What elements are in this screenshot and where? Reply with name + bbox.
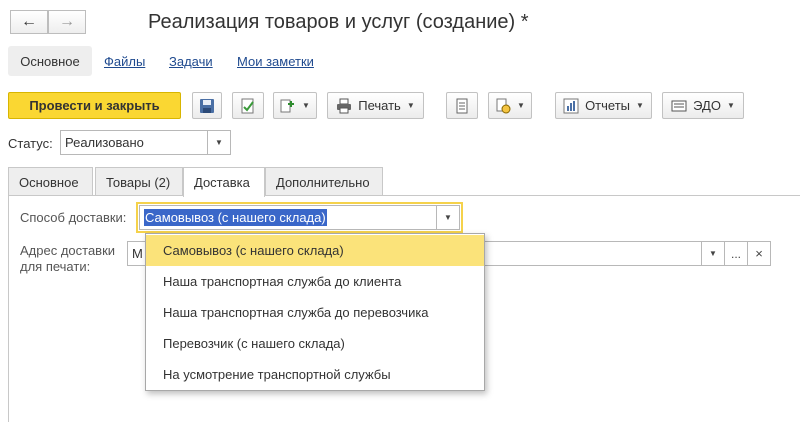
dropdown-option[interactable]: Самовывоз (с нашего склада) [146, 235, 484, 266]
edo-button[interactable]: ЭДО ▼ [662, 92, 744, 119]
tab-panel-left-border [8, 196, 9, 422]
arrow-left-icon: ← [21, 13, 37, 30]
ellipsis-icon: ... [730, 246, 741, 261]
list-document-icon [454, 98, 470, 114]
structure-button[interactable]: ▼ [488, 92, 532, 119]
page-title: Реализация товаров и услуг (создание) * [148, 11, 529, 33]
dropdown-option[interactable]: Наша транспортная служба до перевозчика [146, 297, 484, 328]
document-check-icon [240, 98, 256, 114]
address-clear-button[interactable]: × [747, 241, 771, 266]
address-value: М [132, 246, 143, 261]
top-tab-main[interactable]: Основное [8, 46, 92, 76]
document-clock-icon [495, 98, 511, 114]
address-dropdown-button[interactable]: ▼ [701, 241, 725, 266]
tab-main[interactable]: Основное [8, 167, 93, 196]
create-based-on-button[interactable]: ▼ [273, 92, 317, 119]
address-label-line2: для печати: [20, 259, 91, 274]
close-icon: × [755, 246, 763, 261]
chevron-down-icon: ▼ [636, 101, 644, 110]
post-and-close-label: Провести и закрыть [29, 98, 160, 113]
dropdown-option[interactable]: Перевозчик (с нашего склада) [146, 328, 484, 359]
reports-label: Отчеты [585, 98, 630, 113]
print-button[interactable]: Печать ▼ [327, 92, 424, 119]
chevron-down-icon: ▼ [726, 101, 735, 110]
edo-label: ЭДО [693, 98, 721, 113]
printer-icon [336, 98, 352, 114]
report-chart-icon [563, 98, 579, 114]
tab-main-label: Основное [19, 174, 79, 190]
tab-panel-border [8, 195, 800, 196]
chevron-down-icon: ▼ [444, 213, 452, 222]
top-tab-main-label: Основное [20, 53, 80, 69]
chevron-down-icon: ▼ [517, 101, 525, 110]
status-label: Статус: [8, 136, 53, 151]
tab-delivery[interactable]: Доставка [183, 167, 265, 197]
status-dropdown-button[interactable]: ▼ [207, 130, 231, 155]
tab-additional-label: Дополнительно [276, 174, 370, 190]
arrow-right-icon: → [59, 13, 75, 30]
status-field[interactable]: Реализовано [60, 130, 208, 155]
active-tab-gap [184, 195, 264, 196]
tab-delivery-label: Доставка [194, 175, 250, 190]
top-tab-files[interactable]: Файлы [104, 54, 145, 69]
address-label-line1: Адрес доставки [20, 243, 116, 258]
reports-button[interactable]: Отчеты ▼ [555, 92, 652, 119]
back-button[interactable]: ← [10, 10, 48, 34]
chevron-down-icon: ▼ [709, 249, 717, 258]
delivery-method-value: Самовывоз (с нашего склада) [144, 209, 327, 226]
status-value: Реализовано [65, 135, 144, 150]
document-journal-button[interactable] [446, 92, 478, 119]
top-tab-notes[interactable]: Мои заметки [237, 54, 314, 69]
address-select-button[interactable]: ... [724, 241, 748, 266]
chevron-down-icon: ▼ [406, 101, 415, 110]
edo-exchange-icon [671, 98, 687, 114]
chevron-down-icon: ▼ [215, 138, 223, 147]
tab-additional[interactable]: Дополнительно [265, 167, 383, 196]
post-and-close-button[interactable]: Провести и закрыть [8, 92, 181, 119]
save-button[interactable] [192, 92, 222, 119]
post-button[interactable] [232, 92, 264, 119]
delivery-method-dropdown-button[interactable]: ▼ [436, 205, 460, 230]
delivery-method-label: Способ доставки: [20, 210, 127, 225]
delivery-method-dropdown-list: Самовывоз (с нашего склада) Наша транспо… [145, 233, 485, 391]
create-document-icon [280, 98, 296, 114]
chevron-down-icon: ▼ [302, 101, 310, 110]
tab-goods-label: Товары (2) [106, 174, 171, 190]
dropdown-option[interactable]: На усмотрение транспортной службы [146, 359, 484, 390]
tab-goods[interactable]: Товары (2) [95, 167, 183, 196]
floppy-disk-icon [199, 98, 215, 114]
top-tab-tasks[interactable]: Задачи [169, 54, 213, 69]
address-label: Адрес доставки для печати: [20, 243, 115, 275]
delivery-method-field[interactable]: Самовывоз (с нашего склада) [139, 205, 437, 230]
dropdown-option[interactable]: Наша транспортная служба до клиента [146, 266, 484, 297]
forward-button[interactable]: → [48, 10, 86, 34]
print-label: Печать [358, 98, 401, 113]
